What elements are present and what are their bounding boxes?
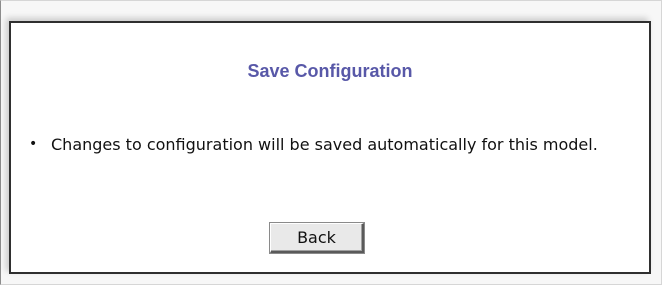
list-item: • Changes to configuration will be saved…	[29, 135, 641, 154]
info-list: • Changes to configuration will be saved…	[29, 135, 641, 154]
save-configuration-panel: Save Configuration • Changes to configur…	[9, 21, 651, 274]
page-frame: Save Configuration • Changes to configur…	[0, 0, 662, 285]
bullet-icon: •	[29, 136, 38, 152]
info-text: Changes to configuration will be saved a…	[51, 135, 598, 154]
page-title: Save Configuration	[247, 61, 413, 81]
back-button[interactable]: Back	[270, 223, 364, 253]
